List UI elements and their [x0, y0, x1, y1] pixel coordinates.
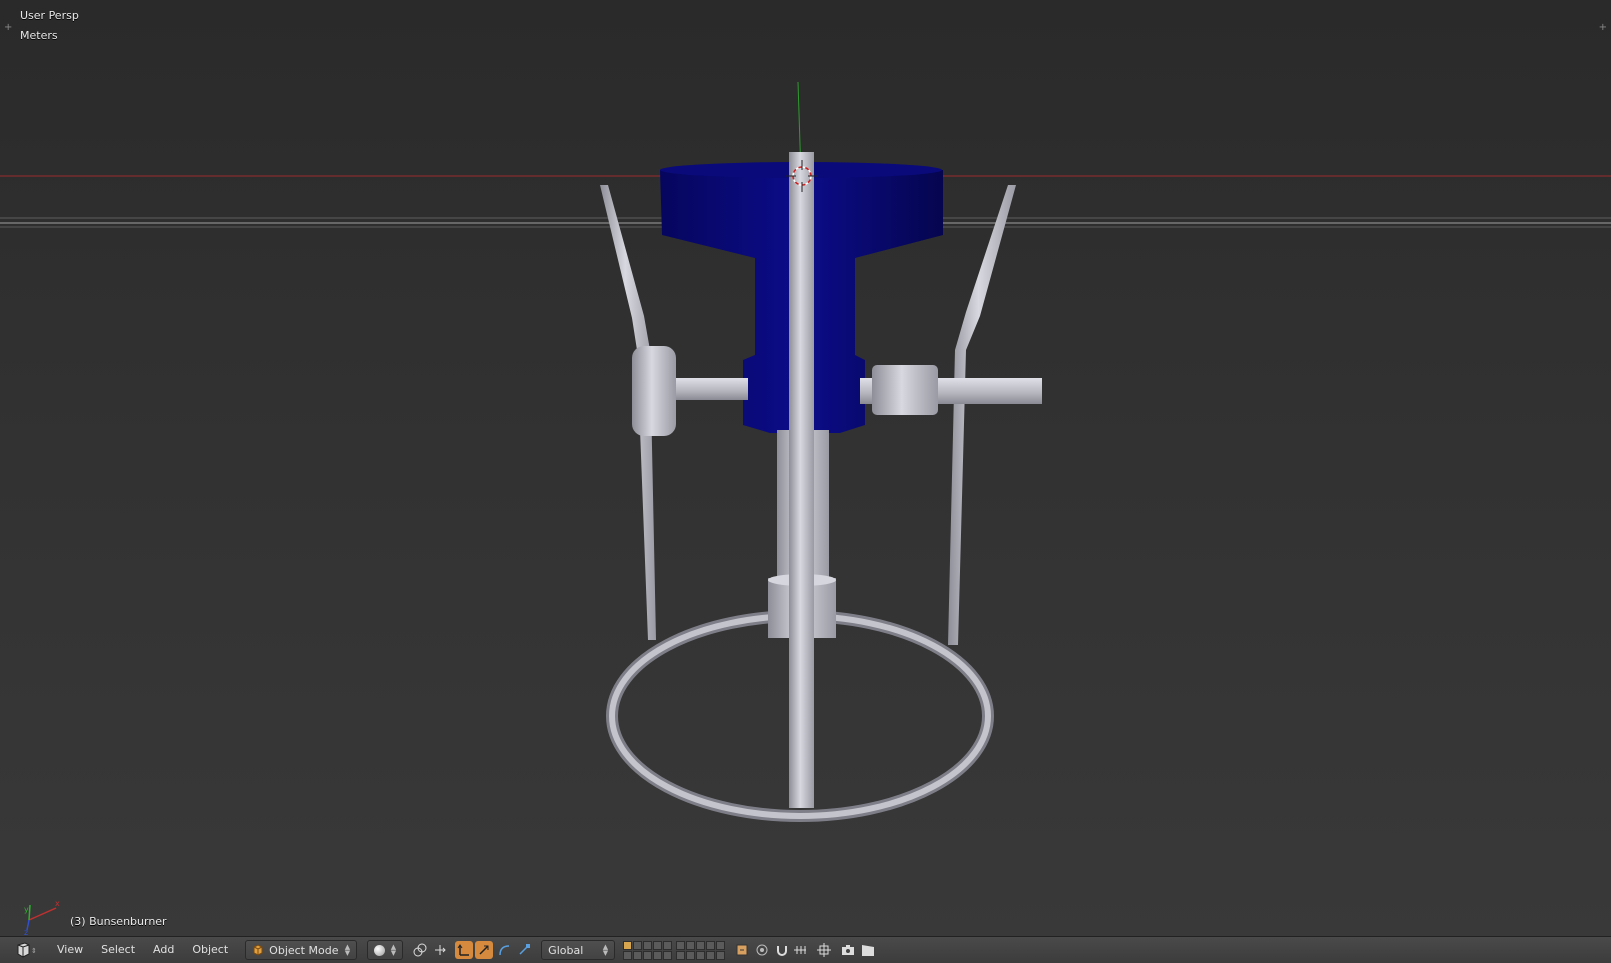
mode-value: Object Mode [269, 943, 339, 957]
rotate-arrow-icon [479, 945, 489, 955]
layer-button[interactable] [716, 950, 726, 960]
layer-button[interactable] [706, 950, 716, 960]
area-split-right-icon[interactable]: + [1599, 22, 1607, 33]
sphere-icon [374, 944, 386, 956]
manipulator-toggle-button[interactable] [431, 941, 449, 959]
3d-viewport[interactable]: x y z User Persp Meters (3) Bunsenburner… [0, 0, 1611, 936]
area-split-left-icon[interactable]: + [4, 22, 12, 33]
lock-camera-button[interactable] [733, 941, 751, 959]
camera-icon [842, 945, 855, 955]
snap-target-button[interactable] [815, 941, 833, 959]
layer-button[interactable] [706, 940, 716, 950]
rotate-manipulator-toggle[interactable] [495, 941, 513, 959]
proportional-edit-button[interactable] [753, 941, 771, 959]
pivot-icon [413, 943, 427, 957]
rotate-manipulator-button[interactable] [475, 941, 494, 959]
transform-orientation-dropdown[interactable]: Global ▲ ▼ [541, 940, 616, 960]
opengl-animation-button[interactable] [859, 941, 877, 959]
scale-arrow-icon [519, 944, 531, 955]
layer-button[interactable] [676, 940, 686, 950]
layer-button[interactable] [696, 940, 706, 950]
layer-button[interactable] [623, 950, 633, 960]
scale-manipulator-toggle[interactable] [515, 941, 533, 959]
layer-buttons-group-1[interactable] [623, 940, 673, 960]
view-name-label: User Persp [20, 9, 79, 22]
layer-button[interactable] [643, 950, 653, 960]
snap-element-button[interactable] [793, 941, 811, 959]
layer-button[interactable] [663, 940, 673, 950]
magnet-icon [777, 946, 788, 956]
translate-manipulator-button[interactable] [455, 941, 474, 959]
menu-select[interactable]: Select [92, 940, 144, 960]
dropdown-arrows-icon: ▲ ▼ [344, 943, 351, 957]
layer-button[interactable] [653, 940, 663, 950]
layer-button[interactable] [686, 950, 696, 960]
snap-target-icon [817, 943, 832, 957]
layer-button[interactable] [633, 950, 643, 960]
menu-object[interactable]: Object [183, 940, 237, 960]
editor-type-button[interactable]: ⇕ [12, 940, 40, 960]
menu-view[interactable]: View [48, 940, 92, 960]
units-label: Meters [20, 29, 58, 42]
layer-button[interactable] [633, 940, 643, 950]
mode-dropdown[interactable]: Object Mode ▲ ▼ [245, 940, 358, 960]
layer-button[interactable] [716, 940, 726, 950]
svg-text:⇕: ⇕ [31, 947, 37, 955]
svg-text:x: x [55, 899, 60, 908]
opengl-render-button[interactable] [839, 941, 857, 959]
layer-buttons-group-2[interactable] [676, 940, 726, 960]
layer-button[interactable] [653, 950, 663, 960]
svg-text:y: y [24, 905, 29, 914]
proportional-edit-icon [756, 944, 768, 956]
pivot-point-button[interactable] [411, 941, 429, 959]
orientation-value: Global [548, 943, 584, 957]
viewport-header: ⇕ View Select Add Object Object Mode ▲ ▼ … [0, 936, 1611, 963]
snap-toggle-button[interactable] [773, 941, 791, 959]
layer-button[interactable] [686, 940, 696, 950]
translate-arrow-icon [457, 944, 470, 956]
scene-canvas[interactable]: x y z [0, 0, 1611, 936]
snap-increment-icon [794, 946, 807, 954]
layer-button[interactable] [663, 950, 673, 960]
cube-icon [253, 944, 263, 956]
layer-button[interactable] [696, 950, 706, 960]
arc-icon [499, 945, 510, 956]
manipulator-icon [435, 945, 446, 955]
clapper-icon [862, 945, 875, 956]
svg-text:z: z [24, 928, 28, 936]
bunsen-burner-model[interactable] [600, 152, 1042, 822]
viewport-shading-dropdown[interactable]: ▲ ▼ [367, 940, 404, 960]
dropdown-arrows-icon: ▲ ▼ [390, 943, 397, 957]
active-object-label: (3) Bunsenburner [70, 915, 167, 928]
dropdown-arrows-icon: ▲ ▼ [602, 943, 609, 957]
layer-button[interactable] [676, 950, 686, 960]
3d-view-icon: ⇕ [17, 942, 37, 958]
axis-gizmo-icon: x y z [24, 899, 60, 936]
layer-lock-icon [736, 944, 748, 956]
menu-add[interactable]: Add [144, 940, 183, 960]
layer-button[interactable] [623, 940, 633, 950]
layer-button[interactable] [643, 940, 653, 950]
